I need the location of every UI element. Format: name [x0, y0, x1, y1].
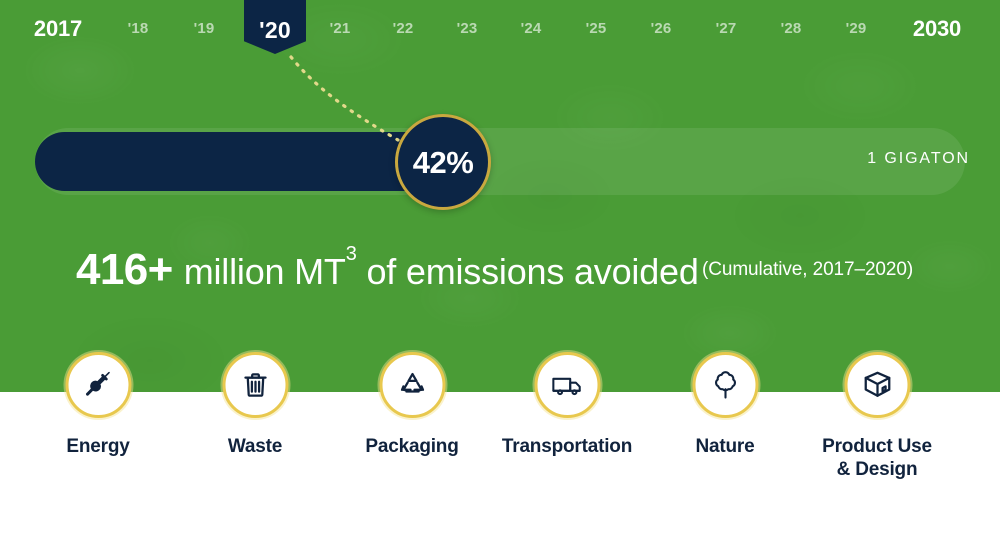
headline-text: million MT3 of emissions avoided [183, 244, 699, 292]
pillar-label: Product Use & Design [822, 436, 932, 481]
pillar-label: Packaging [365, 436, 459, 457]
pillar-row: Energy Waste Packaging Transportation Nature… [0, 352, 1000, 534]
pillar-label: Nature [695, 436, 755, 457]
progress-bar-fill [35, 132, 451, 191]
progress-percent-badge: 42% [395, 114, 491, 210]
headline-figure: 416+ [76, 245, 173, 294]
progress-percent-value: 42% [412, 144, 474, 180]
timeline-tick-27: '27 [715, 20, 737, 37]
trash-bin-icon [222, 352, 288, 418]
timeline-tick-22: '22 [392, 20, 414, 37]
timeline-tick-20: '20 [259, 17, 291, 43]
pillar-energy[interactable]: Energy [16, 352, 181, 458]
timeline-tick-19: '19 [193, 20, 215, 37]
recycling-icon [379, 352, 445, 418]
timeline-tick-2030: 2030 [912, 16, 962, 41]
pillar-label: Energy [66, 436, 130, 457]
timeline-tick-26: '26 [650, 20, 672, 37]
pillar-product-use-design[interactable]: Product Use & Design [795, 352, 960, 481]
timeline-tick-21: '21 [329, 20, 351, 37]
pillar-label: Transportation [501, 436, 633, 457]
timeline-tick-25: '25 [585, 20, 607, 37]
delivery-truck-icon [534, 352, 600, 418]
power-plug-icon [65, 352, 131, 418]
pillar-label: Waste [227, 436, 283, 457]
tree-icon [692, 352, 758, 418]
pillar-nature[interactable]: Nature [643, 352, 808, 458]
timeline-tick-2017: 2017 [33, 16, 83, 41]
headline-superscript: 3 [345, 243, 357, 265]
goal-label: 1 GIGATON [867, 150, 970, 167]
package-box-icon [844, 352, 910, 418]
headline-note: (Cumulative, 2017–2020) [702, 259, 914, 280]
headline-text-pre: million MT [183, 251, 346, 292]
pillar-packaging[interactable]: Packaging [330, 352, 495, 458]
timeline-tick-18: '18 [127, 20, 149, 37]
pillar-waste[interactable]: Waste [173, 352, 338, 458]
infographic-root: 2017 '18 '19 '20 '21 '22 '23 '24 '25 '26 '27 '28 '29… [0, 0, 1000, 534]
pillar-transportation[interactable]: Transportation [485, 352, 650, 458]
timeline-tick-29: '29 [845, 20, 867, 37]
headline: 416+ million MT3 of emissions avoided [76, 244, 699, 294]
timeline-tick-24: '24 [520, 20, 542, 37]
timeline: 2017 '18 '19 '20 '21 '22 '23 '24 '25 '26 '27 '28 '29… [0, 0, 1000, 62]
headline-text-post: of emissions avoided [356, 251, 699, 292]
timeline-tick-23: '23 [456, 20, 478, 37]
timeline-tick-28: '28 [780, 20, 802, 37]
